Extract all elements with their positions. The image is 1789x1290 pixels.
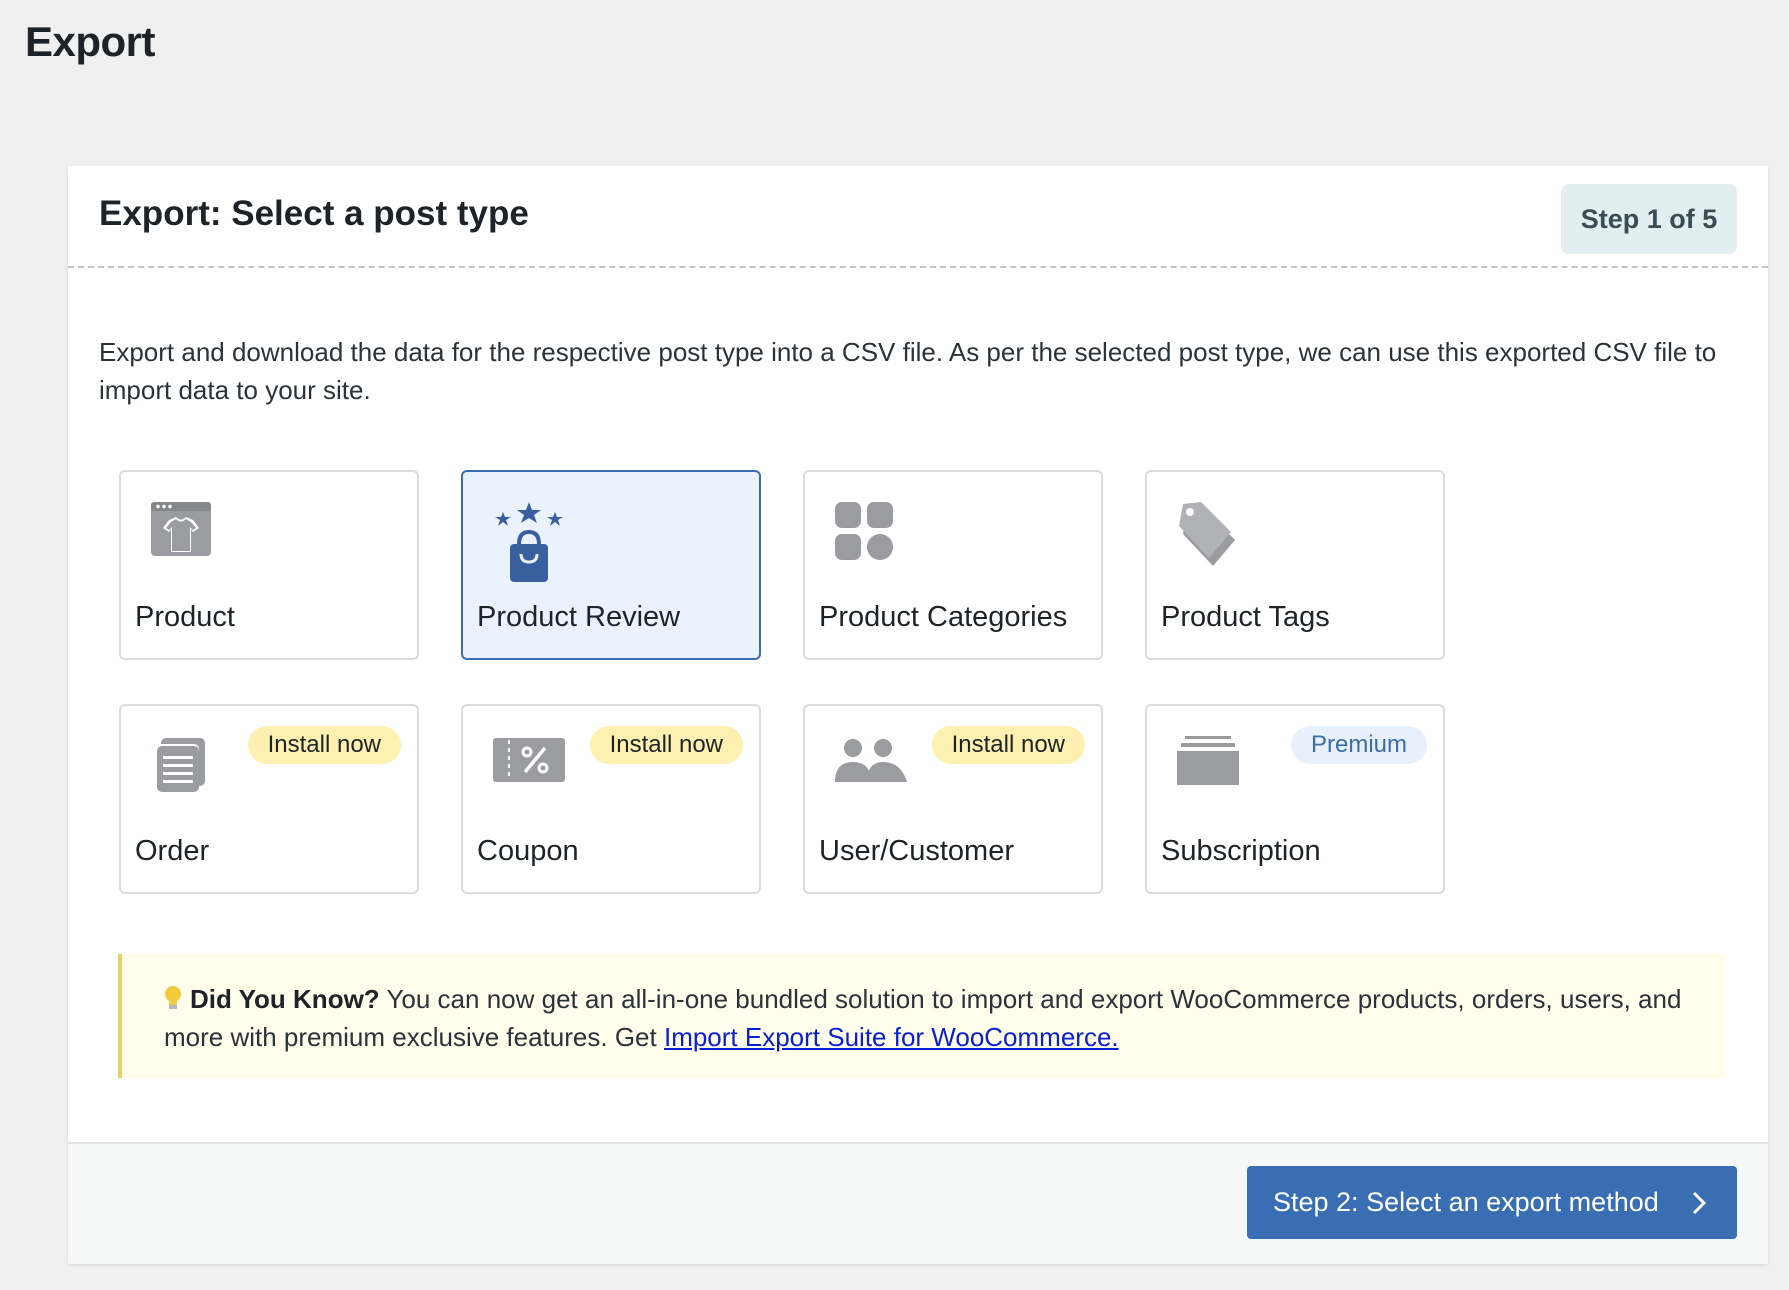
post-type-label: Order <box>135 835 210 867</box>
install-now-badge[interactable]: Install now <box>589 726 743 764</box>
order-icon <box>155 738 205 792</box>
notice-heading: Did You Know? <box>190 984 380 1014</box>
categories-icon <box>835 502 893 560</box>
panel-title: Export: Select a post type <box>99 194 529 233</box>
import-export-suite-link[interactable]: Import Export Suite for WooCommerce. <box>664 1022 1119 1052</box>
post-type-label: Product Tags <box>1161 601 1330 633</box>
post-type-label: Product Review <box>477 601 681 633</box>
post-type-card-coupon[interactable]: Install now Coupon <box>461 704 761 894</box>
panel-header: Export: Select a post type Step 1 of 5 <box>68 166 1768 268</box>
tag-icon <box>1179 502 1235 566</box>
post-type-card-product-categories[interactable]: Product Categories <box>803 470 1103 660</box>
next-step-button[interactable]: Step 2: Select an export method <box>1247 1166 1737 1239</box>
post-type-card-product-review[interactable]: Product Review <box>461 470 761 660</box>
chevron-right-icon <box>1692 1191 1707 1215</box>
subscription-icon <box>1177 736 1239 785</box>
users-icon <box>835 739 907 782</box>
did-you-know-notice: Did You Know? You can now get an all-in-… <box>118 954 1726 1078</box>
export-panel: Export: Select a post type Step 1 of 5 E… <box>68 166 1768 1264</box>
post-type-card-order[interactable]: Install now Order <box>119 704 419 894</box>
panel-description: Export and download the data for the res… <box>99 337 1717 405</box>
post-type-card-user-customer[interactable]: Install now User/Customer <box>803 704 1103 894</box>
page-title: Export <box>25 18 156 65</box>
next-step-label: Step 2: Select an export method <box>1273 1187 1659 1217</box>
install-now-badge[interactable]: Install now <box>247 726 401 764</box>
post-type-card-subscription[interactable]: Premium Subscription <box>1145 704 1445 894</box>
panel-footer: Step 2: Select an export method <box>68 1142 1768 1264</box>
post-type-label: Subscription <box>1161 835 1321 867</box>
post-type-label: Product <box>135 601 235 633</box>
post-type-label: Product Categories <box>819 601 1068 633</box>
premium-badge: Premium <box>1290 726 1427 764</box>
shirt-icon <box>151 502 211 556</box>
post-type-card-product[interactable]: Product <box>119 470 419 660</box>
coupon-icon <box>493 738 565 782</box>
step-indicator: Step 1 of 5 <box>1561 184 1737 254</box>
post-type-card-product-tags[interactable]: Product Tags <box>1145 470 1445 660</box>
post-type-label: User/Customer <box>819 835 1014 867</box>
review-bag-icon <box>495 502 563 582</box>
post-type-label: Coupon <box>477 835 579 867</box>
install-now-badge[interactable]: Install now <box>931 726 1085 764</box>
lightbulb-icon <box>165 986 181 1009</box>
